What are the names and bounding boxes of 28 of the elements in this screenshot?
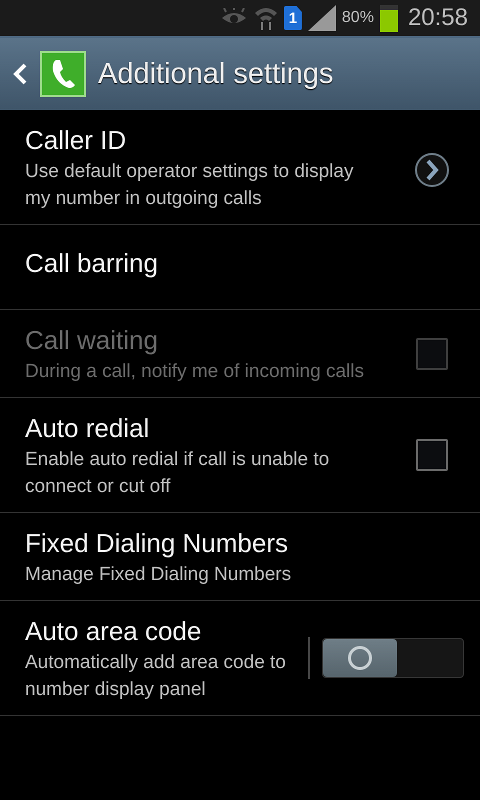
wifi-icon (254, 5, 278, 31)
setting-title: Caller ID (25, 124, 128, 157)
back-icon[interactable] (12, 62, 28, 86)
setting-summary: During a call, notify me of incoming calls (25, 360, 365, 384)
setting-title: Call barring (25, 247, 159, 280)
battery-percentage: 80% (342, 9, 374, 27)
setting-summary: Automatically add area code to number display panel (25, 651, 287, 702)
checkbox[interactable] (416, 439, 448, 471)
setting-summary: Enable auto redial if call is unable to connect or cut off (25, 448, 330, 499)
setting-title: Fixed Dialing Numbers (25, 527, 289, 560)
screen-title: Additional settings (98, 58, 334, 90)
phone-icon (40, 51, 86, 97)
signal-icon (308, 5, 336, 31)
clock: 20:58 (408, 4, 468, 32)
sim-card-icon: 1 (284, 6, 302, 30)
settings-row[interactable]: Fixed Dialing Numbers Manage Fixed Dialing Numbers (0, 513, 480, 601)
settings-row[interactable]: Call barring (0, 225, 480, 310)
setting-title: Call waiting (25, 324, 159, 357)
setting-summary: Use default operator settings to display my number in outgoing calls (25, 160, 354, 211)
settings-row[interactable]: Caller ID Use default operator settings to display my number in outgoing calls (0, 110, 480, 225)
setting-summary: Manage Fixed Dialing Numbers (25, 563, 292, 587)
chevron-icon[interactable] (414, 152, 450, 188)
setting-title: Auto area code (25, 615, 202, 648)
toggle-switch[interactable] (322, 638, 464, 678)
settings-row[interactable]: Auto redial Enable auto redial if call is unable to connect or cut off (0, 398, 480, 513)
battery-icon (380, 4, 398, 32)
settings-row[interactable]: Auto area code Automatically add area code to number display panel (0, 601, 480, 716)
setting-title: Auto redial (25, 412, 150, 445)
